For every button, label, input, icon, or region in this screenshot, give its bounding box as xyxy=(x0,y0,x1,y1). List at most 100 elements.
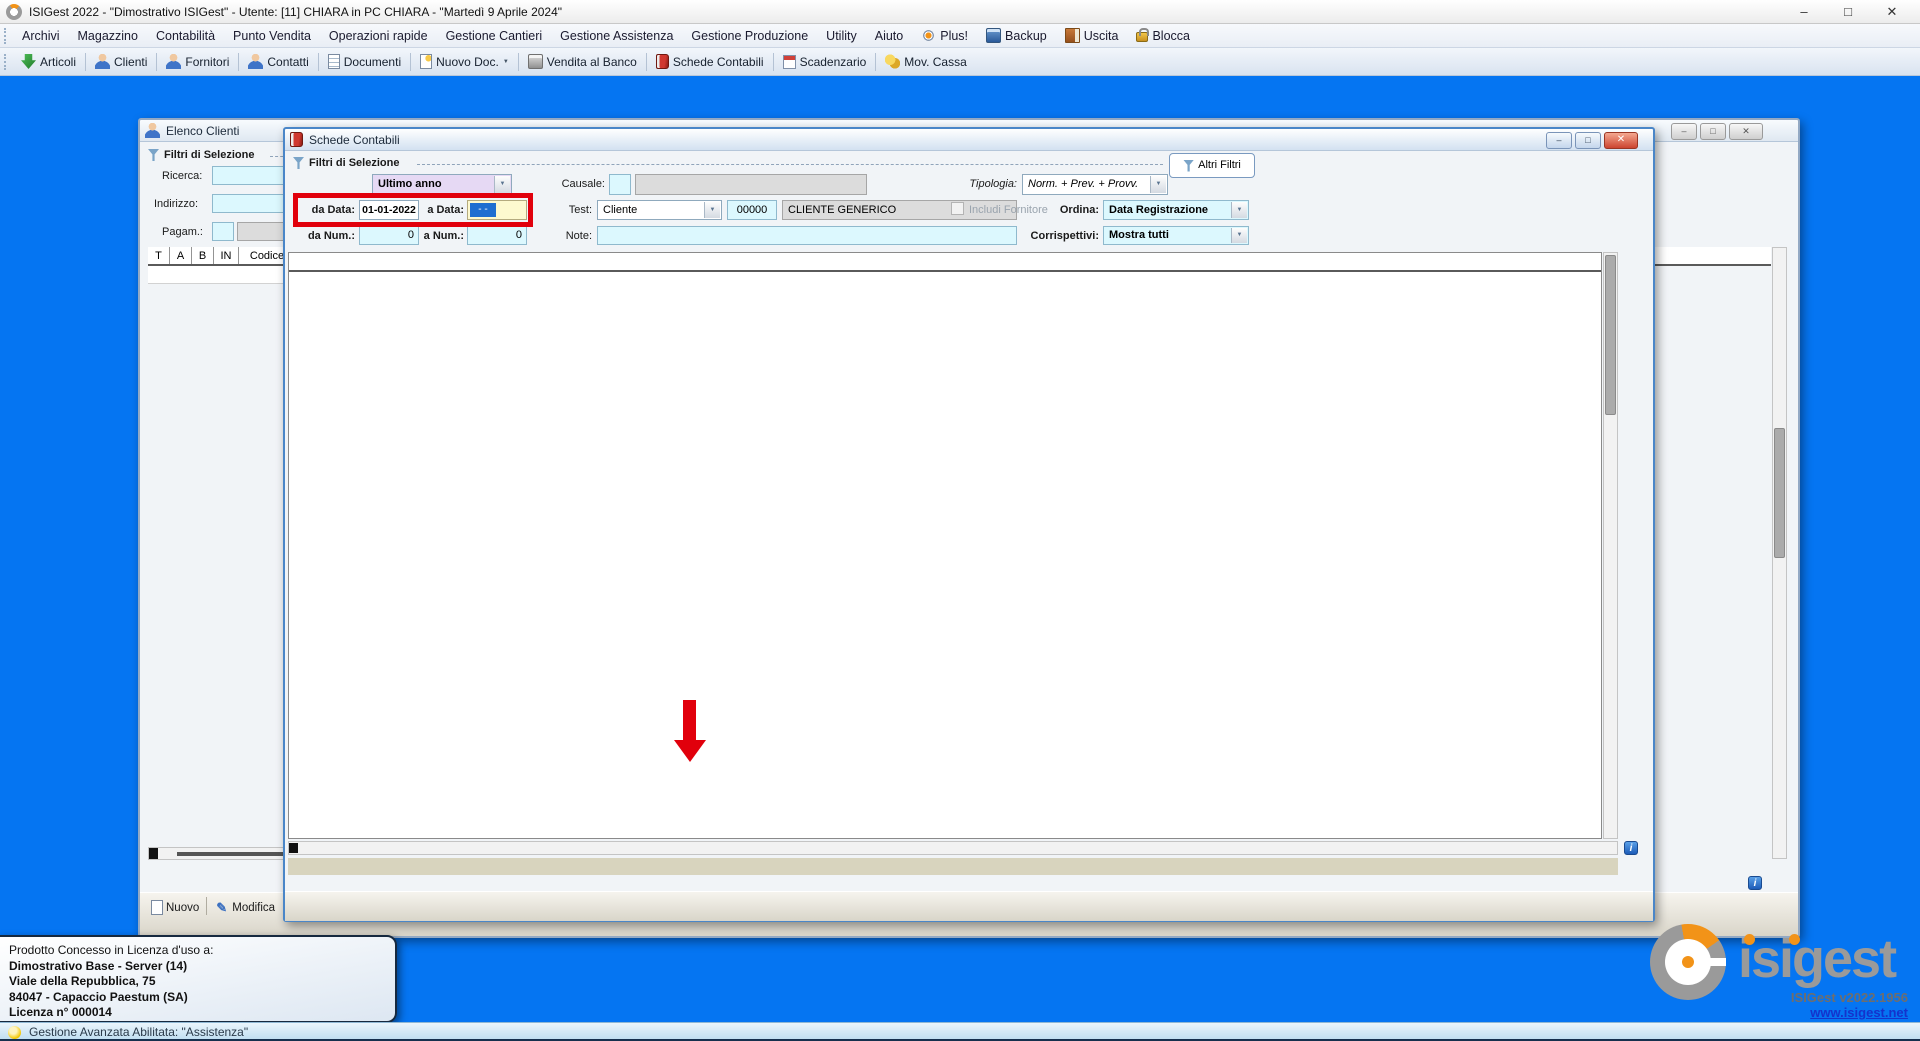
toolbar-contatti[interactable]: Contatti xyxy=(240,50,316,74)
menu-gestione-cantieri[interactable]: Gestione Cantieri xyxy=(437,24,552,48)
scrollbar-thumb[interactable] xyxy=(1774,428,1785,558)
elenco-nuovo-button[interactable]: Nuovo xyxy=(146,897,204,918)
menu-gestione-assistenza[interactable]: Gestione Assistenza xyxy=(551,24,682,48)
elenco-right-grid xyxy=(1653,247,1771,266)
note-input[interactable] xyxy=(597,226,1017,245)
menu-gestione-produzione[interactable]: Gestione Produzione xyxy=(682,24,817,48)
toolbar-documenti[interactable]: Documenti xyxy=(320,50,409,74)
a-data-label: a Data: xyxy=(422,204,464,216)
column-header[interactable]: T xyxy=(148,247,170,264)
menu-aiuto[interactable]: Aiuto xyxy=(866,24,913,48)
toolbar-articoli[interactable]: Articoli xyxy=(13,50,84,74)
menu-operazioni-rapide[interactable]: Operazioni rapide xyxy=(320,24,437,48)
toolbar-label: Clienti xyxy=(114,55,147,69)
toolbar-clienti[interactable]: Clienti xyxy=(87,50,155,74)
elenco-right-header xyxy=(1653,247,1771,266)
pagam-input[interactable] xyxy=(212,222,234,241)
menu-magazzino[interactable]: Magazzino xyxy=(69,24,147,48)
test-code-input[interactable]: 00000 xyxy=(727,200,777,220)
scrollbar-thumb[interactable] xyxy=(1605,255,1616,415)
a-num-input[interactable]: 0 xyxy=(467,226,527,245)
pagam-label: Pagam.: xyxy=(162,226,203,238)
version-text: ISIGest v2022.1956 xyxy=(1728,990,1908,1005)
column-header[interactable]: B xyxy=(192,247,214,264)
divider xyxy=(156,53,157,71)
column-header[interactable]: A xyxy=(170,247,192,264)
menu-archivi[interactable]: Archivi xyxy=(13,24,69,48)
articoli-icon xyxy=(21,54,36,69)
menu-uscita[interactable]: Uscita xyxy=(1056,24,1128,48)
schede-minimize-button[interactable]: – xyxy=(1546,132,1572,149)
info-icon[interactable]: i xyxy=(1748,876,1762,890)
license-line: Licenza n° 000014 xyxy=(9,1005,385,1021)
toolbar-scadenzario[interactable]: Scadenzario xyxy=(775,50,875,74)
menu-contabilit[interactable]: Contabilità xyxy=(147,24,224,48)
elenco-close-button[interactable]: ✕ xyxy=(1729,123,1763,140)
toolbar-schede-contabili[interactable]: Schede Contabili xyxy=(648,50,772,74)
toolbar-fornitori[interactable]: Fornitori xyxy=(158,50,237,74)
plus-icon xyxy=(921,28,936,43)
license-line: Viale della Repubblica, 75 xyxy=(9,974,385,990)
chevron-down-icon[interactable]: ▼ xyxy=(494,176,510,193)
elenco-minimize-button[interactable]: – xyxy=(1671,123,1697,140)
a-data-input[interactable]: - - xyxy=(467,200,527,220)
new-page-icon xyxy=(151,900,163,915)
menu-punto-vendita[interactable]: Punto Vendita xyxy=(224,24,320,48)
chevron-down-icon[interactable]: ▼ xyxy=(704,202,720,218)
toolbar-nuovo-doc[interactable]: Nuovo Doc.▼ xyxy=(412,50,517,74)
menu-plus[interactable]: Plus! xyxy=(912,24,977,48)
website-link[interactable]: www.isigest.net xyxy=(1728,1005,1908,1020)
test-label: Test: xyxy=(562,204,592,216)
altri-filtri-button[interactable]: Altri Filtri xyxy=(1169,153,1255,178)
test-select[interactable]: Cliente▼ xyxy=(597,200,722,220)
divider xyxy=(238,53,239,71)
scrollbar-line xyxy=(177,852,289,856)
period-select[interactable]: Ultimo anno▼ xyxy=(372,174,512,195)
a-num-label: a Num.: xyxy=(422,230,464,242)
menu-blocca[interactable]: Blocca xyxy=(1127,24,1199,48)
fornitori-icon xyxy=(166,54,181,69)
selected-text: - - xyxy=(470,203,496,217)
minimize-button[interactable]: – xyxy=(1782,1,1826,23)
menu-utility[interactable]: Utility xyxy=(817,24,866,48)
scrollbar-thumb[interactable] xyxy=(289,843,298,853)
elenco-vscrollbar[interactable] xyxy=(1772,247,1787,859)
schede-maximize-button[interactable]: □ xyxy=(1575,132,1601,149)
elenco-maximize-button[interactable]: □ xyxy=(1700,123,1726,140)
toolbar-label: Nuovo Doc. xyxy=(436,55,499,69)
scrollbar-thumb[interactable] xyxy=(149,848,158,859)
menu-bar: ArchiviMagazzinoContabilitàPunto Vendita… xyxy=(0,24,1920,48)
ricerca-label: Ricerca: xyxy=(162,170,202,182)
close-button[interactable]: ✕ xyxy=(1870,1,1914,23)
toolbar-mov-cassa[interactable]: Mov. Cassa xyxy=(877,50,974,74)
toolbar-vendita-al-banco[interactable]: Vendita al Banco xyxy=(520,50,645,74)
nuovo-doc-icon xyxy=(420,54,432,69)
elenco-modifica-button[interactable]: ✎Modifica xyxy=(209,897,280,918)
divider xyxy=(518,53,519,71)
causale-input[interactable] xyxy=(609,174,631,195)
toolbar-label: Contatti xyxy=(267,55,308,69)
schede-hscrollbar[interactable] xyxy=(288,841,1618,855)
includi-fornitore-checkbox[interactable] xyxy=(951,202,964,215)
info-icon[interactable]: i xyxy=(1624,841,1638,855)
schede-title-bar[interactable]: Schede Contabili – □ ✕ xyxy=(285,129,1653,151)
desktop: ISIGest 2022 - "Dimostrativo ISIGest" - … xyxy=(0,0,1920,1041)
main-window-title: ISIGest 2022 - "Dimostrativo ISIGest" - … xyxy=(29,5,562,19)
tipologia-select[interactable]: Norm. + Prev. + Provv.▼ xyxy=(1022,174,1168,195)
da-data-input[interactable]: 01-01-2022 xyxy=(359,200,419,220)
chevron-down-icon[interactable]: ▼ xyxy=(1231,228,1247,243)
menu-backup[interactable]: Backup xyxy=(977,24,1056,48)
column-header[interactable]: IN xyxy=(214,247,239,264)
schede-close-button[interactable]: ✕ xyxy=(1604,132,1638,149)
da-num-input[interactable]: 0 xyxy=(359,226,419,245)
schede-vscrollbar[interactable] xyxy=(1603,252,1618,839)
ordina-select[interactable]: Data Registrazione▼ xyxy=(1103,200,1249,220)
menu-label: Uscita xyxy=(1084,24,1119,48)
corrispettivi-select[interactable]: Mostra tutti▼ xyxy=(1103,226,1249,245)
toolbar-label: Scadenzario xyxy=(800,55,867,69)
toolbar-label: Vendita al Banco xyxy=(547,55,637,69)
chevron-down-icon[interactable]: ▼ xyxy=(1150,176,1166,193)
maximize-button[interactable]: □ xyxy=(1826,1,1870,23)
schede-contabili-window: Schede Contabili – □ ✕ Filtri di Selezio… xyxy=(283,127,1655,922)
chevron-down-icon[interactable]: ▼ xyxy=(1231,202,1247,218)
